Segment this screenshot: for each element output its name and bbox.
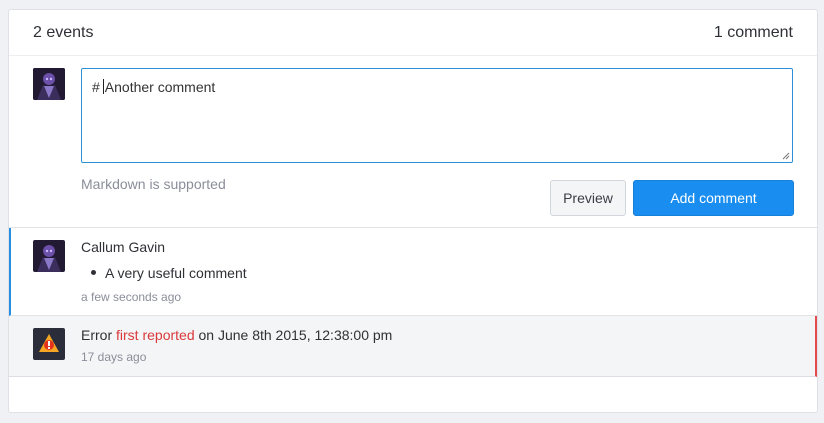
comment-textarea[interactable]: # Another comment bbox=[81, 68, 793, 163]
comments-count: 1 comment bbox=[713, 23, 793, 41]
events-count: 2 events bbox=[33, 23, 94, 41]
comment-timestamp: a few seconds ago bbox=[81, 290, 182, 304]
textarea-text: Another comment bbox=[104, 79, 216, 95]
comment-author[interactable]: Callum Gavin bbox=[81, 239, 165, 255]
markdown-hint: Markdown is supported bbox=[81, 176, 226, 192]
comment-author-avatar bbox=[33, 240, 65, 272]
preview-button[interactable]: Preview bbox=[550, 180, 626, 216]
event-highlight: first reported bbox=[116, 327, 195, 343]
text-caret bbox=[102, 79, 104, 94]
event-suffix: on June 8th 2015, 12:38:00 pm bbox=[198, 327, 393, 343]
event-description: Error first reported on June 8th 2015, 1… bbox=[81, 327, 392, 343]
comment-item: Callum Gavin A very useful comment a few… bbox=[9, 228, 817, 316]
comment-body: A very useful comment bbox=[91, 265, 247, 281]
error-badge-icon bbox=[33, 328, 65, 360]
activity-panel: 2 events 1 comment # Another comment Mark… bbox=[8, 9, 818, 413]
activity-header: 2 events 1 comment bbox=[9, 10, 817, 56]
user-avatar bbox=[33, 68, 65, 100]
resize-grip-icon[interactable] bbox=[782, 152, 790, 160]
add-comment-button[interactable]: Add comment bbox=[633, 180, 794, 216]
bullet-icon bbox=[91, 270, 96, 275]
error-event-item: Error first reported on June 8th 2015, 1… bbox=[9, 316, 817, 377]
comment-composer: # Another comment Markdown is supported P… bbox=[9, 56, 817, 228]
event-timestamp: 17 days ago bbox=[81, 350, 147, 364]
event-prefix: Error bbox=[81, 327, 113, 343]
textarea-prefix: # bbox=[92, 79, 100, 95]
comment-body-item: A very useful comment bbox=[105, 265, 247, 281]
